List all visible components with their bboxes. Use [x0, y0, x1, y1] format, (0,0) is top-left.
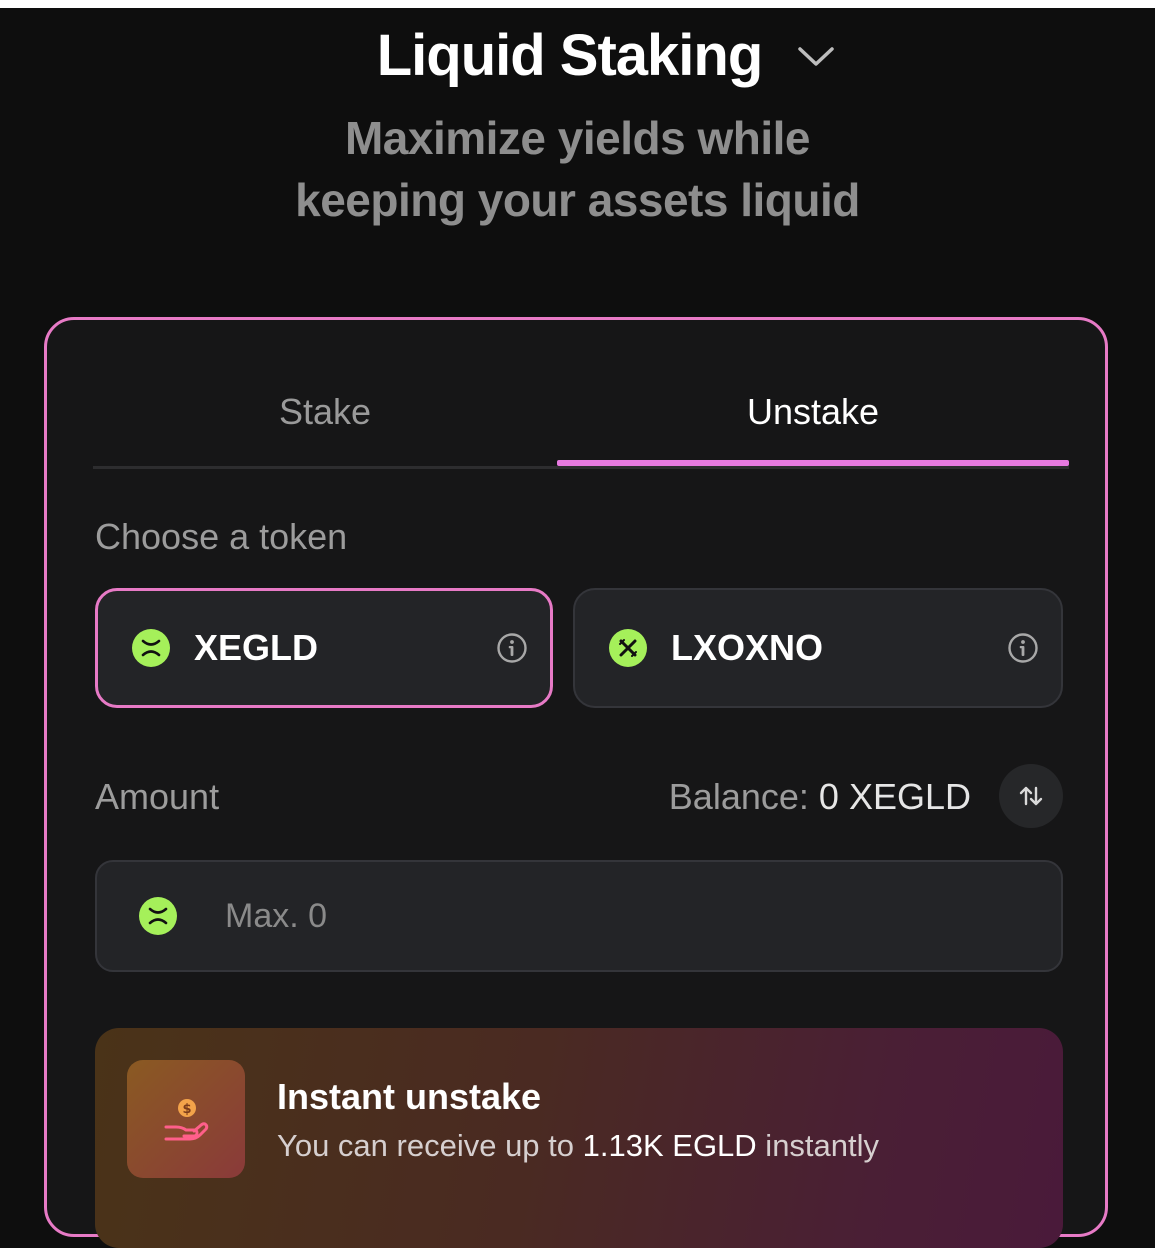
info-icon[interactable] — [1007, 632, 1039, 664]
lxoxno-token-icon — [609, 629, 647, 667]
title-row[interactable]: Liquid Staking — [377, 22, 837, 89]
stake-tabs: Stake Unstake — [93, 360, 1069, 469]
swap-arrows-icon — [1019, 786, 1043, 806]
subtitle-line-1: Maximize yields while — [344, 112, 811, 164]
page-header: Liquid Staking Maximize yields while kee… — [0, 22, 1155, 231]
xegld-token-icon — [139, 897, 177, 935]
amount-input[interactable] — [223, 895, 927, 937]
page-subtitle: Maximize yields while keeping your asset… — [0, 107, 1155, 231]
staking-card: Stake Unstake Choose a token XEGLD LXOXN… — [44, 317, 1108, 1248]
instant-unstake-banner: $ Instant unstake You can receive up to … — [95, 1028, 1063, 1248]
active-tab-indicator — [557, 460, 1069, 466]
tab-unstake[interactable]: Unstake — [557, 360, 1069, 463]
subtitle-line-2: keeping your assets liquid — [295, 174, 860, 226]
token-option-lxoxno[interactable]: LXOXNO — [573, 588, 1063, 708]
svg-text:$: $ — [182, 1102, 191, 1117]
top-edge — [0, 0, 1155, 8]
amount-input-field[interactable] — [95, 860, 1063, 972]
xegld-token-icon — [132, 629, 170, 667]
instant-unstake-description: You can receive up to 1.13K EGLD instant… — [277, 1128, 879, 1164]
swap-direction-button[interactable] — [999, 764, 1063, 828]
instant-unstake-amount: 1.13K EGLD — [582, 1128, 757, 1163]
instant-unstake-title: Instant unstake — [277, 1076, 542, 1117]
token-name-lxoxno: LXOXNO — [671, 627, 824, 668]
token-name-xegld: XEGLD — [194, 627, 319, 668]
balance-label: Balance: — [668, 776, 809, 817]
balance-display: Balance: 0 XEGLD — [669, 776, 971, 818]
hand-coin-icon: $ — [127, 1060, 245, 1178]
desc-prefix: You can receive up to — [277, 1128, 583, 1163]
page-title: Liquid Staking — [376, 23, 764, 88]
choose-token-label: Choose a token — [95, 516, 348, 557]
chevron-down-icon[interactable] — [796, 36, 836, 76]
balance-value: 0 XEGLD — [818, 776, 971, 817]
amount-label: Amount — [95, 776, 220, 817]
desc-suffix: instantly — [756, 1128, 880, 1163]
token-option-xegld[interactable]: XEGLD — [95, 588, 553, 708]
info-icon[interactable] — [496, 632, 528, 664]
tab-stake[interactable]: Stake — [93, 360, 557, 463]
